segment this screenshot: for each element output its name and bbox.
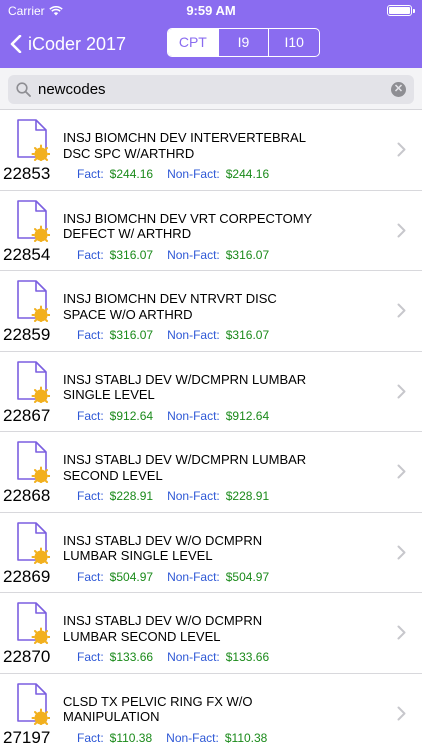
result-row[interactable]: 22853 INSJ BIOMCHN DEV INTERVERTEBRAL DSC… bbox=[0, 110, 422, 191]
non-fact-label: Non-Fact: bbox=[167, 408, 220, 423]
fact-label: Fact: bbox=[77, 328, 104, 342]
cpt-code: 22870 bbox=[3, 647, 51, 666]
result-row[interactable]: 22868 INSJ STABLJ DEV W/DCMPRN LUMBAR SEC… bbox=[0, 432, 422, 513]
fact-label: Fact: bbox=[77, 408, 104, 423]
fact-price: $316.07 bbox=[109, 247, 154, 262]
non-fact-price: $228.91 bbox=[225, 489, 270, 503]
fact-price: $228.91 bbox=[109, 489, 154, 503]
segment-i10[interactable]: I10 bbox=[268, 29, 319, 56]
price-info: Fact: $316.07 Non-Fact: $316.07 bbox=[77, 328, 269, 342]
new-document-icon bbox=[17, 119, 50, 161]
result-row[interactable]: 22867 INSJ STABLJ DEV W/DCMPRN LUMBAR SIN… bbox=[0, 352, 422, 432]
clear-icon[interactable]: ✕ bbox=[391, 82, 406, 97]
code-description: INSJ BIOMCHN DEV VRT CORPECTOMY DEFECT W… bbox=[63, 210, 312, 242]
status-time: 9:59 AM bbox=[186, 3, 236, 18]
non-fact-price: $316.07 bbox=[225, 247, 270, 262]
cpt-code: 22869 bbox=[3, 566, 51, 586]
segment-cpt[interactable]: CPT bbox=[168, 29, 218, 56]
non-fact-label: Non-Fact: bbox=[167, 328, 220, 342]
price-info: Fact: $228.91 Non-Fact: $228.91 bbox=[77, 489, 269, 503]
new-document-icon bbox=[17, 280, 50, 322]
battery-icon bbox=[387, 5, 415, 16]
fact-label: Fact: bbox=[77, 489, 104, 503]
non-fact-label: Non-Fact: bbox=[167, 247, 220, 262]
price-info: Fact: $244.16 Non-Fact: $244.16 bbox=[77, 167, 269, 181]
battery-nub bbox=[413, 9, 415, 13]
non-fact-price: $110.38 bbox=[224, 730, 268, 745]
non-fact-price: $316.07 bbox=[225, 328, 270, 342]
cpt-code: 22853 bbox=[3, 164, 51, 183]
non-fact-label: Non-Fact: bbox=[167, 650, 220, 664]
new-document-icon bbox=[17, 521, 50, 564]
cpt-code: 27197 bbox=[3, 727, 51, 747]
search-input[interactable]: newcodes ✕ bbox=[8, 75, 414, 104]
fact-price: $244.16 bbox=[109, 167, 154, 181]
code-description: INSJ STABLJ DEV W/O DCMPRN LUMBAR SINGLE… bbox=[63, 532, 263, 564]
chevron-right-icon bbox=[397, 303, 406, 318]
search-icon bbox=[16, 82, 31, 97]
code-description: INSJ STABLJ DEV W/DCMPRN LUMBAR SINGLE L… bbox=[63, 371, 307, 403]
fact-label: Fact: bbox=[77, 167, 104, 181]
back-button[interactable]: iCoder 2017 bbox=[10, 30, 126, 58]
fact-price: $912.64 bbox=[109, 408, 154, 423]
code-type-segmented-control: CPT I9 I10 bbox=[167, 28, 320, 57]
chevron-right-icon bbox=[397, 142, 406, 157]
new-document-icon bbox=[17, 441, 50, 483]
cpt-code: 22854 bbox=[3, 244, 51, 264]
cpt-code: 22867 bbox=[3, 405, 51, 425]
price-info: Fact: $504.97 Non-Fact: $504.97 bbox=[77, 570, 269, 584]
navigation-header: Carrier 9:59 AM iCoder 2017 CPT I9 I10 bbox=[0, 0, 422, 68]
search-query: newcodes bbox=[38, 81, 106, 98]
result-row[interactable]: 22870 INSJ STABLJ DEV W/O DCMPRN LUMBAR S… bbox=[0, 593, 422, 674]
fact-price: $133.66 bbox=[109, 650, 154, 664]
back-button-label: iCoder 2017 bbox=[28, 33, 127, 54]
new-document-icon bbox=[17, 199, 50, 242]
chevron-right-icon bbox=[397, 384, 406, 398]
code-description: INSJ BIOMCHN DEV INTERVERTEBRAL DSC SPC … bbox=[63, 130, 306, 161]
price-info: Fact: $316.07 Non-Fact: $316.07 bbox=[77, 248, 269, 262]
price-info: Fact: $133.66 Non-Fact: $133.66 bbox=[77, 650, 269, 664]
code-description: INSJ BIOMCHN DEV NTRVRT DISC SPACE W/O A… bbox=[63, 291, 277, 322]
segment-i9[interactable]: I9 bbox=[217, 29, 269, 56]
fact-price: $316.07 bbox=[109, 328, 154, 342]
cpt-code: 22859 bbox=[3, 325, 51, 344]
chevron-left-icon bbox=[10, 35, 22, 53]
battery-fill bbox=[389, 7, 410, 14]
chevron-right-icon bbox=[397, 706, 406, 720]
fact-label: Fact: bbox=[77, 650, 104, 664]
results-list: 22853 INSJ BIOMCHN DEV INTERVERTEBRAL DSC… bbox=[0, 110, 422, 750]
chevron-right-icon bbox=[397, 223, 406, 237]
new-document-icon bbox=[17, 602, 50, 644]
fact-price: $110.38 bbox=[109, 730, 153, 745]
chevron-right-icon bbox=[397, 464, 406, 479]
price-info: Fact: $912.64 Non-Fact: $912.64 bbox=[77, 409, 269, 423]
code-description: INSJ STABLJ DEV W/DCMPRN LUMBAR SECOND L… bbox=[63, 452, 307, 483]
non-fact-label: Non-Fact: bbox=[167, 489, 220, 503]
non-fact-label: Non-Fact: bbox=[166, 730, 219, 745]
non-fact-label: Non-Fact: bbox=[167, 569, 220, 584]
search-bar: newcodes ✕ bbox=[0, 68, 422, 110]
result-row[interactable]: 22869 INSJ STABLJ DEV W/O DCMPRN LUMBAR S… bbox=[0, 513, 422, 593]
cpt-code: 22868 bbox=[3, 486, 51, 505]
status-bar: Carrier 9:59 AM bbox=[0, 0, 422, 22]
non-fact-price: $504.97 bbox=[225, 569, 270, 584]
chevron-right-icon bbox=[397, 545, 406, 559]
result-row[interactable]: 27197 CLSD TX PELVIC RING FX W/O MANIPULA… bbox=[0, 674, 422, 750]
non-fact-price: $133.66 bbox=[225, 650, 270, 664]
code-description: CLSD TX PELVIC RING FX W/O MANIPULATION bbox=[63, 693, 253, 725]
price-info: Fact: $110.38 Non-Fact: $110.38 bbox=[77, 731, 267, 745]
result-row[interactable]: 22859 INSJ BIOMCHN DEV NTRVRT DISC SPACE … bbox=[0, 271, 422, 352]
non-fact-label: Non-Fact: bbox=[167, 167, 220, 181]
new-document-icon bbox=[17, 682, 50, 725]
fact-label: Fact: bbox=[77, 569, 104, 584]
non-fact-price: $244.16 bbox=[225, 167, 270, 181]
fact-label: Fact: bbox=[77, 730, 104, 745]
fact-price: $504.97 bbox=[109, 569, 154, 584]
result-row[interactable]: 22854 INSJ BIOMCHN DEV VRT CORPECTOMY DEF… bbox=[0, 191, 422, 271]
fact-label: Fact: bbox=[77, 247, 104, 262]
chevron-right-icon bbox=[397, 625, 406, 640]
non-fact-price: $912.64 bbox=[225, 408, 270, 423]
code-description: INSJ STABLJ DEV W/O DCMPRN LUMBAR SECOND… bbox=[63, 613, 263, 644]
new-document-icon bbox=[17, 360, 50, 403]
